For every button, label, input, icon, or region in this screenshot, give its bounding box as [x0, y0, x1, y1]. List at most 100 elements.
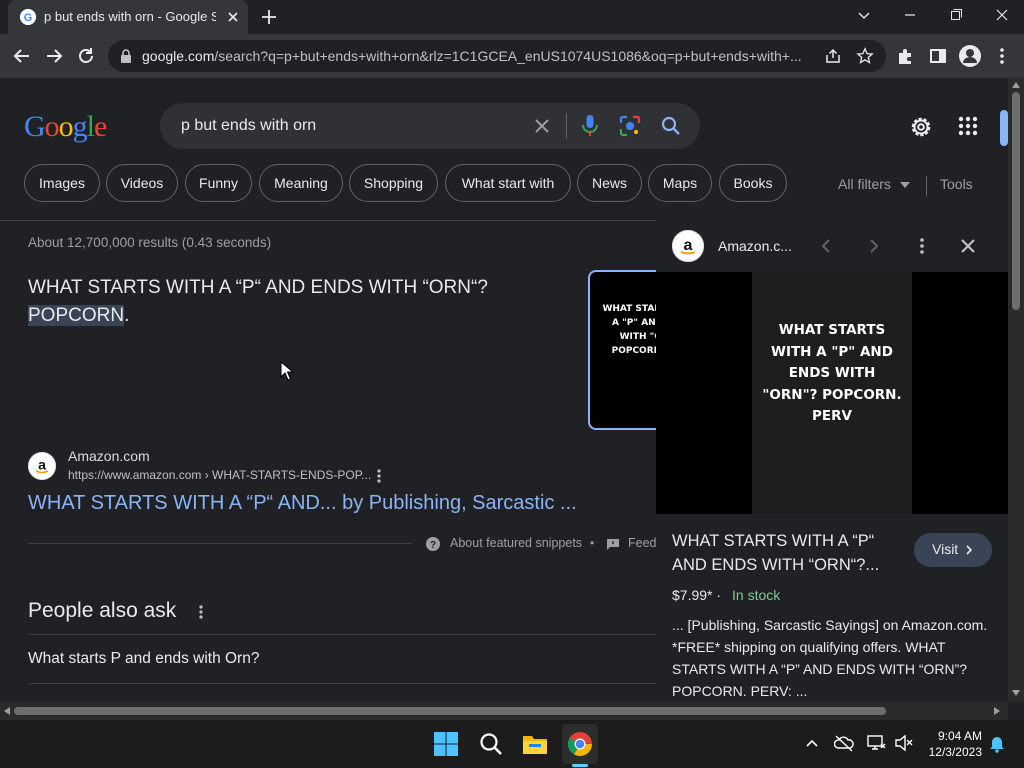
kebab-menu-icon[interactable] — [372, 468, 386, 484]
info-icon[interactable]: ? — [426, 537, 440, 551]
close-icon[interactable] — [224, 8, 242, 26]
chip-what-start-with[interactable]: What start with — [445, 164, 571, 202]
google-logo-letter: e — [94, 110, 107, 143]
product-image-text: WHAT STARTS WITH A "P" AND ENDS WITH "OR… — [762, 322, 902, 424]
kebab-menu-icon[interactable] — [994, 46, 1010, 66]
google-logo-letter: G — [24, 110, 46, 143]
visit-button[interactable]: Visit — [914, 533, 992, 567]
sidepanel-icon[interactable] — [928, 46, 948, 66]
clock-date[interactable]: 12/3/2023 — [922, 745, 982, 759]
puzzle-icon[interactable] — [896, 46, 916, 66]
chip-videos[interactable]: Videos — [106, 164, 178, 202]
chevron-up-icon[interactable] — [804, 735, 820, 751]
gear-icon[interactable] — [908, 114, 934, 140]
volume-muted-icon[interactable] — [894, 734, 914, 752]
kebab-menu-icon[interactable] — [912, 236, 932, 256]
chip-news[interactable]: News — [577, 164, 642, 202]
minimize-icon[interactable] — [896, 4, 924, 26]
people-also-ask-title: People also ask — [28, 599, 177, 622]
file-explorer-icon[interactable] — [521, 730, 549, 758]
close-icon[interactable] — [958, 236, 978, 256]
search-icon[interactable] — [660, 115, 682, 137]
chip-funny[interactable]: Funny — [185, 164, 252, 202]
forward-arrow-icon[interactable] — [42, 44, 66, 68]
image-side-panel: a Amazon.c... WHAT STARTS WITH A "P" AND… — [656, 220, 1008, 702]
restore-icon[interactable] — [942, 4, 970, 26]
active-indicator — [572, 764, 588, 767]
vertical-scrollbar[interactable] — [1008, 78, 1024, 702]
chip-books[interactable]: Books — [719, 164, 787, 202]
scroll-right-arrow-icon[interactable] — [994, 707, 1000, 715]
apps-grid-icon[interactable] — [956, 114, 980, 138]
network-icon[interactable] — [866, 734, 886, 752]
google-logo[interactable]: Google — [24, 110, 107, 144]
product-price: $7.99* · — [672, 587, 722, 603]
scroll-down-arrow-icon[interactable] — [1012, 690, 1020, 696]
google-logo-letter: o — [58, 110, 74, 143]
google-favicon-icon: G — [20, 9, 36, 25]
snippet-question: WHAT STARTS WITH A “P“ AND ENDS WITH “OR… — [28, 277, 488, 298]
result-url[interactable]: https://www.amazon.com › WHAT-STARTS-END… — [68, 468, 371, 482]
bell-icon[interactable] — [988, 735, 1006, 753]
account-button[interactable] — [1000, 110, 1008, 146]
snippet-answer-highlight: POPCORN — [28, 305, 125, 326]
chip-maps[interactable]: Maps — [648, 164, 712, 202]
search-input[interactable]: p but ends with orn — [181, 117, 316, 135]
amazon-letter: a — [38, 457, 46, 473]
kebab-menu-icon[interactable] — [196, 604, 206, 620]
question-divider — [28, 634, 656, 635]
chevron-left-icon[interactable] — [816, 236, 836, 256]
reload-icon[interactable] — [74, 44, 98, 68]
plus-icon[interactable] — [258, 6, 280, 28]
profile-icon[interactable] — [958, 44, 982, 68]
chip-meaning[interactable]: Meaning — [259, 164, 343, 202]
vertical-scroll-thumb[interactable] — [1012, 92, 1020, 310]
paa-question[interactable]: What starts P and ends with Orn? — [28, 650, 259, 668]
feedback-icon[interactable] — [606, 538, 620, 550]
clock-time[interactable]: 9:04 AM — [922, 729, 982, 743]
chevron-down-icon[interactable] — [850, 4, 878, 26]
chip-shopping[interactable]: Shopping — [349, 164, 438, 202]
result-site-name[interactable]: Amazon.com — [68, 448, 150, 464]
star-icon[interactable] — [856, 47, 874, 65]
scroll-left-arrow-icon[interactable] — [4, 707, 10, 715]
horizontal-scrollbar[interactable] — [0, 702, 1008, 720]
scroll-up-arrow-icon[interactable] — [1012, 82, 1020, 88]
panel-title[interactable]: WHAT STARTS WITH A “P“ AND ENDS WITH “OR… — [672, 529, 898, 577]
onedrive-icon[interactable] — [834, 734, 854, 752]
panel-source-name[interactable]: Amazon.c... — [718, 238, 792, 254]
chip-images[interactable]: Images — [24, 164, 100, 202]
tools-button[interactable]: Tools — [940, 176, 973, 192]
searchbox-divider — [566, 113, 567, 139]
search-box[interactable]: p but ends with orn — [160, 103, 700, 149]
url-text[interactable]: google.com/search?q=p+but+ends+with+orn&… — [142, 48, 814, 64]
lock-icon[interactable] — [120, 49, 132, 63]
lens-camera-icon[interactable] — [619, 115, 641, 137]
product-image[interactable]: WHAT STARTS WITH A "P" AND ENDS WITH "OR… — [752, 272, 912, 514]
header-divider — [0, 220, 656, 221]
search-results-page: Google p but ends with orn Images Videos… — [0, 78, 1008, 702]
address-bar[interactable]: google.com/search?q=p+but+ends+with+orn&… — [108, 40, 886, 72]
google-logo-letters: Google — [24, 110, 107, 143]
windows-start-icon[interactable] — [432, 730, 460, 758]
window-close-icon[interactable] — [988, 4, 1016, 26]
chrome-icon[interactable] — [566, 730, 594, 758]
featured-snippet: WHAT STARTS WITH A “P“ AND ENDS WITH “OR… — [28, 274, 568, 330]
browser-toolbar: google.com/search?q=p+but+ends+with+orn&… — [0, 34, 1024, 78]
back-arrow-icon[interactable] — [10, 44, 34, 68]
search-icon[interactable] — [477, 730, 505, 758]
chevron-right-icon[interactable] — [864, 236, 884, 256]
amazon-logo-icon: a — [672, 230, 704, 262]
share-icon[interactable] — [824, 47, 842, 65]
caret-down-icon[interactable] — [900, 182, 910, 188]
clear-icon[interactable] — [532, 116, 552, 136]
result-title-link[interactable]: WHAT STARTS WITH A “P“ AND... by Publish… — [28, 492, 648, 515]
browser-tab[interactable]: G p but ends with orn - Google Se — [8, 0, 248, 34]
about-snippets-link[interactable]: About featured snippets — [450, 536, 582, 550]
question-divider — [28, 683, 656, 684]
google-logo-letter: o — [44, 110, 60, 143]
horizontal-scroll-thumb[interactable] — [14, 707, 886, 715]
microphone-icon[interactable] — [580, 114, 600, 138]
panel-image-frame[interactable]: WHAT STARTS WITH A "P" AND ENDS WITH "OR… — [656, 272, 1008, 514]
all-filters-button[interactable]: All filters — [838, 176, 891, 192]
